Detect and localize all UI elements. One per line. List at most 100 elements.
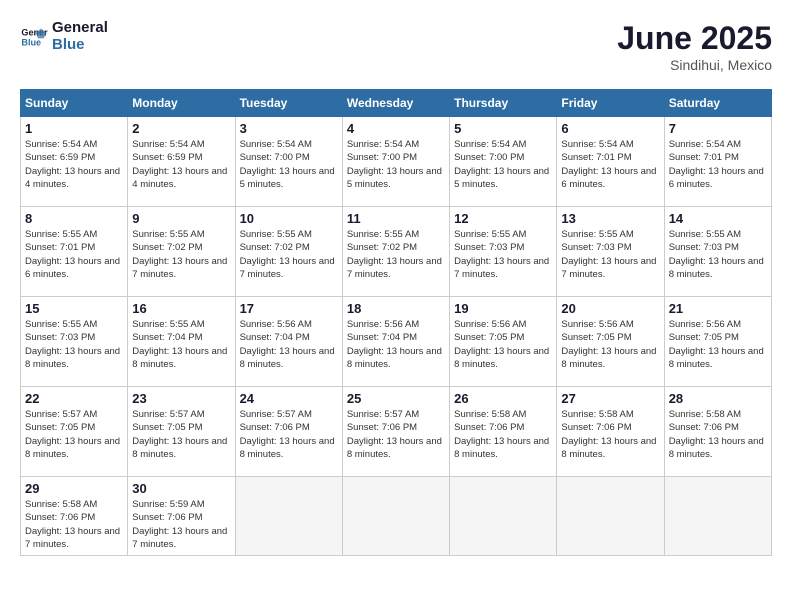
- day-info: Sunrise: 5:54 AMSunset: 7:00 PMDaylight:…: [454, 138, 552, 191]
- calendar-cell: 14Sunrise: 5:55 AMSunset: 7:03 PMDayligh…: [664, 207, 771, 297]
- weekday-header-thursday: Thursday: [450, 90, 557, 117]
- weekday-header-saturday: Saturday: [664, 90, 771, 117]
- weekday-header-row: SundayMondayTuesdayWednesdayThursdayFrid…: [21, 90, 772, 117]
- day-number: 19: [454, 301, 552, 316]
- calendar-cell: [664, 477, 771, 556]
- day-info: Sunrise: 5:59 AMSunset: 7:06 PMDaylight:…: [132, 498, 230, 551]
- day-info: Sunrise: 5:56 AMSunset: 7:05 PMDaylight:…: [454, 318, 552, 371]
- calendar-cell: 28Sunrise: 5:58 AMSunset: 7:06 PMDayligh…: [664, 387, 771, 477]
- calendar-cell: 16 Sunrise: 5:55 AMSunset: 7:04 PMDayligh…: [128, 297, 235, 387]
- calendar-cell: 26 Sunrise: 5:58 AMSunset: 7:06 PMDayligh…: [450, 387, 557, 477]
- month-year-title: June 2025: [617, 20, 772, 57]
- day-info: Sunrise: 5:54 AMSunset: 7:00 PMDaylight:…: [240, 138, 338, 191]
- day-number: 4: [347, 121, 445, 136]
- calendar-cell: 4 Sunrise: 5:54 AMSunset: 7:00 PMDaylight…: [342, 117, 449, 207]
- day-number: 7: [669, 121, 767, 136]
- day-number: 22: [25, 391, 123, 406]
- calendar-cell: 13 Sunrise: 5:55 AMSunset: 7:03 PMDayligh…: [557, 207, 664, 297]
- day-info: Sunrise: 5:55 AMSunset: 7:02 PMDaylight:…: [347, 228, 445, 281]
- calendar-cell: 29 Sunrise: 5:58 AMSunset: 7:06 PMDayligh…: [21, 477, 128, 556]
- day-number: 20: [561, 301, 659, 316]
- weekday-header-sunday: Sunday: [21, 90, 128, 117]
- day-number: 11: [347, 211, 445, 226]
- calendar-table: SundayMondayTuesdayWednesdayThursdayFrid…: [20, 89, 772, 556]
- day-info: Sunrise: 5:55 AMSunset: 7:03 PMDaylight:…: [454, 228, 552, 281]
- day-info: Sunrise: 5:55 AMSunset: 7:01 PMDaylight:…: [25, 228, 123, 281]
- calendar-cell: 2 Sunrise: 5:54 AMSunset: 6:59 PMDaylight…: [128, 117, 235, 207]
- calendar-cell: 18 Sunrise: 5:56 AMSunset: 7:04 PMDayligh…: [342, 297, 449, 387]
- day-info: Sunrise: 5:55 AMSunset: 7:03 PMDaylight:…: [561, 228, 659, 281]
- calendar-week-row: 15 Sunrise: 5:55 AMSunset: 7:03 PMDayligh…: [21, 297, 772, 387]
- page-header: General Blue General Blue June 2025 Sind…: [20, 20, 772, 73]
- day-number: 10: [240, 211, 338, 226]
- day-number: 16: [132, 301, 230, 316]
- day-number: 2: [132, 121, 230, 136]
- day-info: Sunrise: 5:56 AMSunset: 7:04 PMDaylight:…: [347, 318, 445, 371]
- day-number: 29: [25, 481, 123, 496]
- day-info: Sunrise: 5:55 AMSunset: 7:02 PMDaylight:…: [240, 228, 338, 281]
- day-number: 12: [454, 211, 552, 226]
- day-number: 25: [347, 391, 445, 406]
- day-number: 6: [561, 121, 659, 136]
- calendar-cell: 30 Sunrise: 5:59 AMSunset: 7:06 PMDayligh…: [128, 477, 235, 556]
- day-number: 24: [240, 391, 338, 406]
- calendar-cell: [450, 477, 557, 556]
- title-block: June 2025 Sindihui, Mexico: [617, 20, 772, 73]
- day-info: Sunrise: 5:57 AMSunset: 7:05 PMDaylight:…: [25, 408, 123, 461]
- calendar-cell: 19 Sunrise: 5:56 AMSunset: 7:05 PMDayligh…: [450, 297, 557, 387]
- day-number: 5: [454, 121, 552, 136]
- day-number: 23: [132, 391, 230, 406]
- calendar-cell: [557, 477, 664, 556]
- day-info: Sunrise: 5:57 AMSunset: 7:06 PMDaylight:…: [347, 408, 445, 461]
- calendar-cell: 6Sunrise: 5:54 AMSunset: 7:01 PMDaylight…: [557, 117, 664, 207]
- day-number: 28: [669, 391, 767, 406]
- day-number: 30: [132, 481, 230, 496]
- day-info: Sunrise: 5:54 AMSunset: 7:01 PMDaylight:…: [669, 138, 767, 191]
- logo-icon: General Blue: [20, 23, 48, 51]
- location-subtitle: Sindihui, Mexico: [617, 57, 772, 73]
- weekday-header-friday: Friday: [557, 90, 664, 117]
- calendar-week-row: 1 Sunrise: 5:54 AMSunset: 6:59 PMDaylight…: [21, 117, 772, 207]
- calendar-cell: 8 Sunrise: 5:55 AMSunset: 7:01 PMDaylight…: [21, 207, 128, 297]
- calendar-cell: 23Sunrise: 5:57 AMSunset: 7:05 PMDayligh…: [128, 387, 235, 477]
- day-info: Sunrise: 5:57 AMSunset: 7:06 PMDaylight:…: [240, 408, 338, 461]
- calendar-cell: 22 Sunrise: 5:57 AMSunset: 7:05 PMDayligh…: [21, 387, 128, 477]
- svg-text:Blue: Blue: [21, 37, 41, 47]
- calendar-cell: 27Sunrise: 5:58 AMSunset: 7:06 PMDayligh…: [557, 387, 664, 477]
- calendar-cell: 12 Sunrise: 5:55 AMSunset: 7:03 PMDayligh…: [450, 207, 557, 297]
- calendar-cell: 21 Sunrise: 5:56 AMSunset: 7:05 PMDayligh…: [664, 297, 771, 387]
- day-number: 8: [25, 211, 123, 226]
- calendar-cell: 1 Sunrise: 5:54 AMSunset: 6:59 PMDaylight…: [21, 117, 128, 207]
- calendar-cell: [235, 477, 342, 556]
- calendar-cell: 15 Sunrise: 5:55 AMSunset: 7:03 PMDayligh…: [21, 297, 128, 387]
- day-info: Sunrise: 5:54 AMSunset: 7:00 PMDaylight:…: [347, 138, 445, 191]
- weekday-header-tuesday: Tuesday: [235, 90, 342, 117]
- day-info: Sunrise: 5:56 AMSunset: 7:05 PMDaylight:…: [669, 318, 767, 371]
- day-number: 13: [561, 211, 659, 226]
- day-info: Sunrise: 5:54 AMSunset: 6:59 PMDaylight:…: [25, 138, 123, 191]
- logo-general: General: [52, 20, 108, 37]
- day-number: 17: [240, 301, 338, 316]
- weekday-header-wednesday: Wednesday: [342, 90, 449, 117]
- calendar-cell: [342, 477, 449, 556]
- day-info: Sunrise: 5:55 AMSunset: 7:03 PMDaylight:…: [25, 318, 123, 371]
- day-info: Sunrise: 5:56 AMSunset: 7:04 PMDaylight:…: [240, 318, 338, 371]
- calendar-cell: 11 Sunrise: 5:55 AMSunset: 7:02 PMDayligh…: [342, 207, 449, 297]
- day-info: Sunrise: 5:58 AMSunset: 7:06 PMDaylight:…: [25, 498, 123, 551]
- calendar-cell: 10 Sunrise: 5:55 AMSunset: 7:02 PMDayligh…: [235, 207, 342, 297]
- day-number: 18: [347, 301, 445, 316]
- day-info: Sunrise: 5:54 AMSunset: 6:59 PMDaylight:…: [132, 138, 230, 191]
- calendar-week-row: 8 Sunrise: 5:55 AMSunset: 7:01 PMDaylight…: [21, 207, 772, 297]
- calendar-cell: 3Sunrise: 5:54 AMSunset: 7:00 PMDaylight…: [235, 117, 342, 207]
- day-number: 21: [669, 301, 767, 316]
- day-number: 1: [25, 121, 123, 136]
- day-info: Sunrise: 5:55 AMSunset: 7:02 PMDaylight:…: [132, 228, 230, 281]
- day-number: 9: [132, 211, 230, 226]
- calendar-cell: 7 Sunrise: 5:54 AMSunset: 7:01 PMDaylight…: [664, 117, 771, 207]
- calendar-week-row: 29 Sunrise: 5:58 AMSunset: 7:06 PMDayligh…: [21, 477, 772, 556]
- day-info: Sunrise: 5:58 AMSunset: 7:06 PMDaylight:…: [454, 408, 552, 461]
- day-number: 26: [454, 391, 552, 406]
- day-number: 15: [25, 301, 123, 316]
- day-info: Sunrise: 5:55 AMSunset: 7:04 PMDaylight:…: [132, 318, 230, 371]
- calendar-cell: 9 Sunrise: 5:55 AMSunset: 7:02 PMDaylight…: [128, 207, 235, 297]
